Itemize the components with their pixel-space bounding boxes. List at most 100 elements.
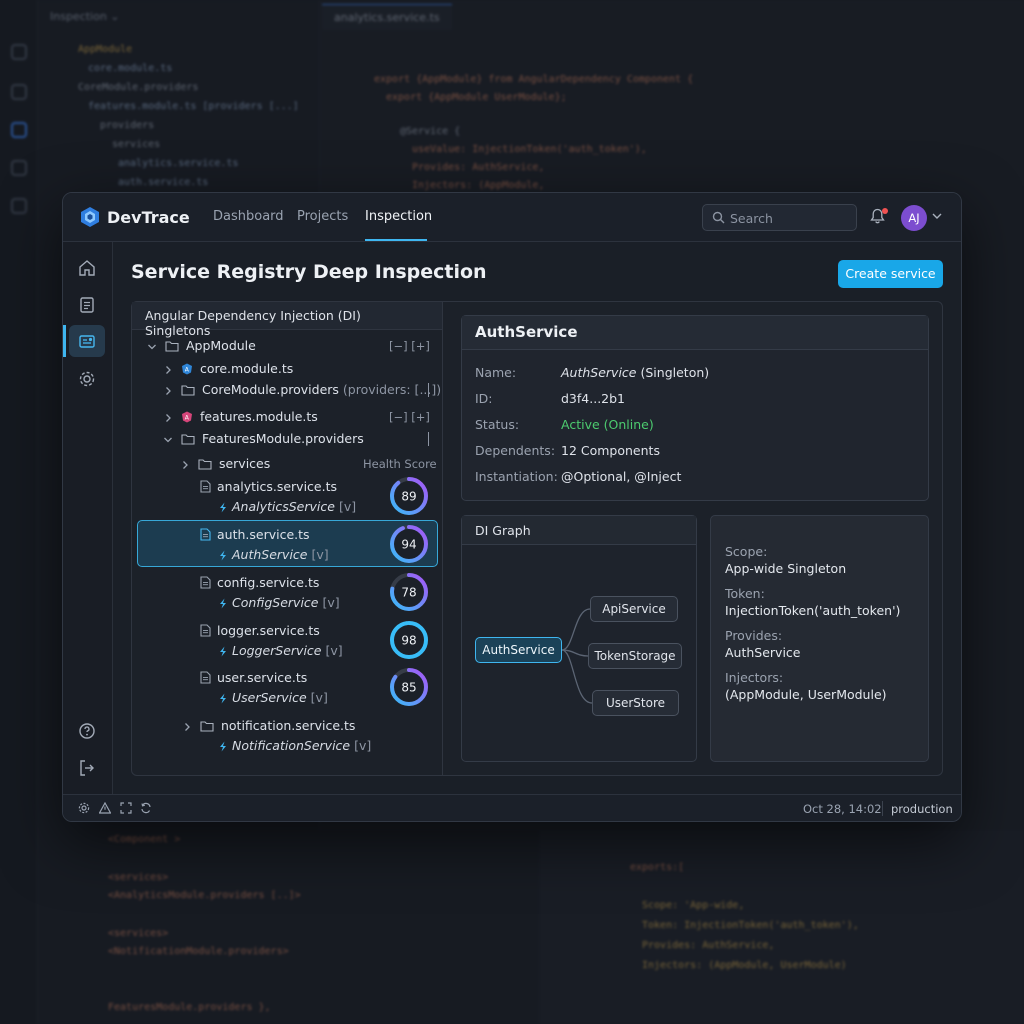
tree-label: core.module.ts bbox=[199, 361, 294, 376]
bg-code-line: Scope: 'App-wide, bbox=[642, 900, 745, 911]
bg-explorer-title: Inspection ⌄ bbox=[50, 10, 120, 23]
injectable-icon bbox=[220, 550, 226, 561]
angular-module-icon: A bbox=[181, 411, 192, 423]
tree-item-core-providers[interactable]: CoreModule.providers (providers: [...]) bbox=[163, 382, 441, 397]
settings-gear-icon[interactable] bbox=[77, 369, 97, 389]
injectors-value: (AppModule, UserModule) bbox=[725, 687, 887, 702]
health-score-value: 98 bbox=[401, 634, 416, 648]
bg-code-line: exports:[ bbox=[630, 862, 685, 873]
tree-item-appmodule[interactable]: AppModule bbox=[147, 338, 256, 353]
tree-item-service-file[interactable]: user.service.ts bbox=[200, 670, 307, 685]
service-tag: [v] bbox=[322, 595, 340, 610]
tree-item-service-file[interactable]: logger.service.ts bbox=[200, 623, 320, 638]
warning-icon[interactable] bbox=[99, 802, 111, 814]
bg-code-line: <NotificationModule.providers> bbox=[108, 946, 289, 957]
service-tag: [v] bbox=[338, 499, 357, 514]
bg-code-line: <services> bbox=[108, 928, 169, 939]
service-name: UserService bbox=[231, 690, 307, 705]
health-score-label: Health Score bbox=[363, 457, 437, 471]
injectable-icon bbox=[220, 693, 226, 704]
file-icon bbox=[200, 528, 211, 541]
tree-label: analytics.service.ts bbox=[217, 479, 338, 494]
devtrace-logo-icon bbox=[81, 207, 99, 227]
tree-item-features-providers[interactable]: FeaturesModule.providers bbox=[163, 431, 364, 446]
health-score-gauge: 94 bbox=[390, 525, 428, 563]
collapse-expand-controls[interactable]: [−] [+] bbox=[389, 339, 430, 353]
tree-label: services bbox=[218, 456, 271, 471]
help-icon[interactable] bbox=[77, 721, 97, 741]
tree-header: Angular Dependency Injection (DI) Single… bbox=[132, 302, 442, 338]
token-label: Token: bbox=[725, 586, 765, 601]
nav-inspection[interactable]: Inspection bbox=[365, 209, 432, 224]
user-avatar[interactable]: AJ bbox=[901, 205, 927, 231]
top-bar: DevTrace Dashboard Projects Inspection S… bbox=[63, 193, 961, 242]
bg-editor-tab: analytics.service.ts bbox=[322, 4, 452, 30]
file-icon bbox=[200, 480, 211, 493]
bg-tree-line: auth.service.ts bbox=[118, 177, 209, 188]
bg-debug-icon bbox=[11, 122, 27, 138]
bg-account-icon bbox=[11, 198, 27, 214]
bg-tree-line: services bbox=[112, 139, 161, 150]
graph-node-userstore[interactable]: UserStore bbox=[592, 690, 679, 716]
tree-item-service-file[interactable]: analytics.service.ts bbox=[200, 479, 337, 494]
service-name: LoggerService bbox=[231, 643, 322, 658]
tree-item-features-module[interactable]: A features.module.ts bbox=[163, 409, 318, 424]
bg-tree-line: features.module.ts [providers [...] bbox=[88, 101, 299, 112]
folder-icon bbox=[181, 385, 195, 396]
bg-files-icon bbox=[11, 44, 27, 60]
tree-item-service-file[interactable]: config.service.ts bbox=[200, 575, 319, 590]
tree-item-notification-service[interactable]: notification.service.ts bbox=[182, 718, 355, 733]
chevron-right-icon[interactable] bbox=[163, 413, 173, 423]
chevron-right-icon[interactable] bbox=[182, 722, 192, 732]
document-icon[interactable] bbox=[77, 295, 97, 315]
graph-node-tokenstorage[interactable]: TokenStorage bbox=[588, 643, 682, 669]
chevron-down-icon[interactable] bbox=[163, 435, 173, 445]
chevron-down-icon[interactable] bbox=[147, 342, 157, 352]
logout-icon[interactable] bbox=[77, 758, 97, 778]
bg-tree-line: AppModule bbox=[78, 44, 133, 55]
scope-label: Scope: bbox=[725, 544, 768, 559]
tree-item-core-module[interactable]: A core.module.ts bbox=[163, 361, 293, 376]
chevron-right-icon[interactable] bbox=[163, 386, 173, 396]
detail-id-label: ID: bbox=[475, 391, 493, 406]
injectable-icon bbox=[220, 741, 226, 752]
chevron-down-icon[interactable] bbox=[932, 212, 942, 220]
settings-gear-icon[interactable] bbox=[78, 802, 90, 814]
health-score-value: 85 bbox=[401, 681, 416, 695]
nav-dashboard[interactable]: Dashboard bbox=[213, 209, 284, 224]
bg-extensions-icon bbox=[11, 160, 27, 176]
fullscreen-icon[interactable] bbox=[120, 802, 132, 814]
service-class-name: AnalyticsService [v] bbox=[218, 499, 356, 514]
tree-item-service-file[interactable]: auth.service.ts bbox=[200, 527, 310, 542]
brand-name: DevTrace bbox=[107, 208, 190, 227]
sync-icon[interactable] bbox=[140, 802, 152, 814]
service-class-notification: NotificationService [v] bbox=[218, 738, 371, 753]
folder-icon bbox=[200, 721, 214, 732]
search-input[interactable]: Search bbox=[702, 204, 857, 231]
service-class-name: UserService [v] bbox=[218, 690, 328, 705]
detail-instantiation-value: @Optional, @Inject bbox=[561, 469, 682, 484]
create-service-button[interactable]: Create service bbox=[838, 260, 943, 288]
collapse-expand-controls[interactable]: [−] [+] bbox=[389, 410, 430, 424]
status-environment[interactable]: production bbox=[891, 802, 953, 816]
folder-icon bbox=[165, 341, 179, 352]
graph-node-root[interactable]: AuthService bbox=[475, 637, 562, 663]
service-name: NotificationService bbox=[231, 738, 351, 753]
bg-activity-bar bbox=[0, 0, 38, 1024]
tree-item-services-folder[interactable]: services bbox=[180, 456, 270, 471]
home-icon[interactable] bbox=[77, 258, 97, 278]
folder-icon bbox=[198, 459, 212, 470]
nav-projects[interactable]: Projects bbox=[297, 209, 348, 224]
graph-node-apiservice[interactable]: ApiService bbox=[590, 596, 678, 622]
divider bbox=[428, 432, 429, 446]
detail-dependents-value: 12 Components bbox=[561, 443, 660, 458]
chevron-right-icon[interactable] bbox=[163, 365, 173, 375]
tree-label: FeaturesModule.providers bbox=[201, 431, 364, 446]
divider bbox=[428, 383, 429, 397]
chevron-right-icon[interactable] bbox=[180, 460, 190, 470]
health-score-gauge: 85 bbox=[390, 668, 428, 706]
inspection-panel: Angular Dependency Injection (DI) Single… bbox=[131, 301, 943, 776]
inspection-icon[interactable] bbox=[77, 331, 97, 351]
bg-tree-line: CoreModule.providers bbox=[78, 82, 199, 93]
injectable-icon bbox=[220, 646, 226, 657]
